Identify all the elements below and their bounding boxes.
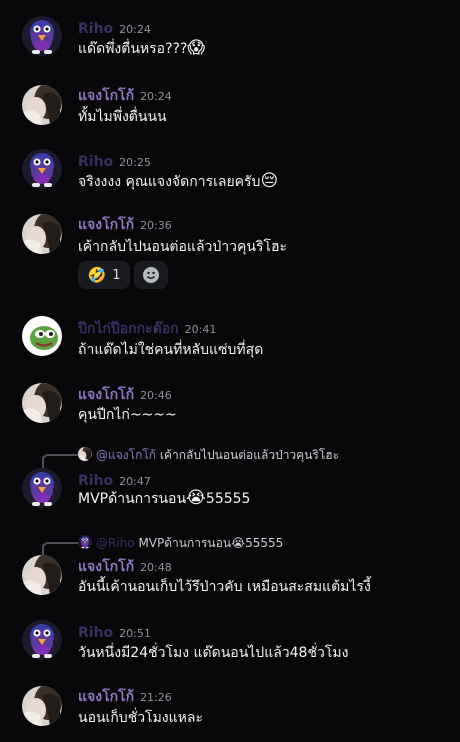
message-text: จริงงงง คุณแจงจัดการเลยครับ😔 [78, 171, 279, 191]
avatar [78, 535, 92, 549]
add-reaction-icon [143, 267, 159, 283]
timestamp: 21:26 [140, 691, 172, 704]
username[interactable]: ปีกไก่ปีอกกะต๊อก [78, 321, 179, 337]
username[interactable]: แจงโกโก้ [78, 689, 134, 705]
message-text: วันหนึ่งมี24ชั่วโมง แด๊ดนอนไปแล้ว48ชั่วโ… [78, 645, 349, 661]
timestamp: 20:36 [140, 219, 172, 232]
avatar[interactable] [22, 316, 62, 356]
reaction-pill[interactable]: 🤣 1 [78, 261, 130, 289]
reply-preview[interactable]: @Riho MVPด้านการนอน😭55555 [78, 534, 283, 553]
message-text: ทั้มไมพึ่งตื่นนน [78, 109, 167, 125]
username[interactable]: Riho [78, 473, 113, 489]
timestamp: 20:51 [119, 627, 151, 640]
username[interactable]: แจงโกโก้ [78, 559, 134, 575]
message-text: แด๊ดพึ่งตื่นหรอ???😱 [78, 38, 206, 58]
avatar[interactable] [22, 214, 62, 254]
timestamp: 20:46 [140, 389, 172, 402]
rofl-emoji: 🤣 [87, 266, 107, 284]
avatar [78, 447, 92, 461]
avatar[interactable] [22, 555, 62, 595]
message-text: อันนี้เค้านอนเก็บไว้รึป่าวคับ เหมือนสะสม… [78, 579, 371, 595]
username[interactable]: แจงโกโก้ [78, 387, 134, 403]
avatar[interactable] [22, 383, 62, 423]
avatar[interactable] [22, 16, 62, 56]
timestamp: 20:24 [140, 90, 172, 103]
sob-emoji: 😭 [231, 536, 246, 550]
message-text: เค้ากลับไปนอนต่อแล้วป่าวคุนริโฮะ [78, 239, 288, 255]
timestamp: 20:48 [140, 561, 172, 574]
message-text: คุนปีกไก่~~~~ [78, 407, 177, 423]
sob-emoji: 😭 [186, 488, 206, 508]
timestamp: 20:47 [119, 475, 151, 488]
timestamp: 20:24 [119, 23, 151, 36]
username[interactable]: Riho [78, 21, 113, 37]
avatar[interactable] [22, 85, 62, 125]
add-reaction-button[interactable] [134, 261, 168, 289]
scream-emoji: 😱 [187, 38, 206, 58]
message-text: นอนเก็บชั่วโมงแหละ [78, 710, 203, 726]
reply-connector [42, 454, 78, 468]
avatar[interactable] [22, 620, 62, 660]
message-text: MVPด้านการนอน😭55555 [78, 488, 251, 508]
avatar[interactable] [22, 468, 62, 508]
reply-preview[interactable]: @แจงโกโก้ เค้ากลับไปนอนต่อแล้วป่าวคุนริโ… [78, 446, 339, 465]
reaction-count: 1 [112, 267, 121, 283]
timestamp: 20:41 [184, 323, 217, 336]
avatar[interactable] [22, 686, 62, 726]
timestamp: 20:25 [119, 156, 151, 169]
username[interactable]: Riho [78, 625, 113, 641]
reply-connector [42, 542, 78, 556]
message-text: ถ้าแด๊ดไม่ใช่คนที่หลับแซ่บที่สุด [78, 342, 264, 358]
username[interactable]: แจงโกโก้ [78, 88, 134, 104]
pensive-emoji: 😔 [260, 171, 279, 191]
username[interactable]: แจงโกโก้ [78, 217, 134, 233]
avatar[interactable] [22, 149, 62, 189]
username[interactable]: Riho [78, 154, 113, 170]
